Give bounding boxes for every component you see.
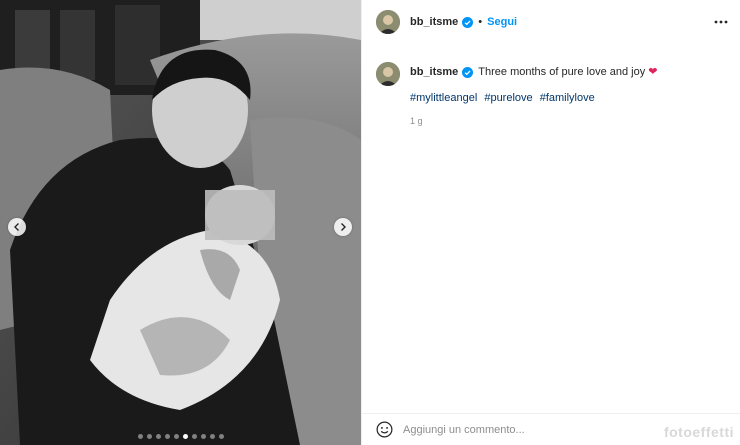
post-header: bb_itsme • Segui — [362, 0, 740, 44]
carousel-dot — [209, 434, 215, 439]
instagram-post: bb_itsme • Segui bb_itsme Three months o… — [0, 0, 740, 445]
post-time[interactable]: 1 g — [410, 116, 423, 126]
caption-body: bb_itsme Three months of pure love and j… — [410, 62, 657, 80]
carousel-dot — [218, 434, 224, 439]
black-white-photo — [0, 0, 361, 445]
carousel-dot — [137, 434, 143, 439]
emoji-icon[interactable] — [376, 421, 393, 438]
hashtag-link[interactable]: #purelove — [484, 92, 532, 104]
username[interactable]: bb_itsme — [410, 16, 458, 28]
carousel-next-button[interactable] — [334, 218, 352, 236]
hashtag-link[interactable]: #mylittleangel — [410, 92, 477, 104]
carousel-dot — [164, 434, 170, 439]
post-side-panel: bb_itsme • Segui bb_itsme Three months o… — [361, 0, 740, 445]
verified-badge-icon — [462, 67, 474, 78]
caption-username[interactable]: bb_itsme — [410, 65, 458, 80]
follow-button[interactable]: Segui — [487, 16, 517, 28]
comment-input[interactable] — [403, 423, 603, 436]
post-photo[interactable] — [0, 0, 361, 445]
avatar-image — [376, 10, 400, 34]
carousel-dot — [182, 434, 188, 439]
separator-dot: • — [478, 16, 483, 28]
hashtag-link[interactable]: #familylove — [540, 92, 595, 104]
avatar[interactable] — [376, 10, 400, 34]
carousel-dot — [173, 434, 179, 439]
chevron-left-icon — [14, 223, 19, 231]
carousel-dot — [155, 434, 161, 439]
heart-emoji: ❤ — [648, 66, 658, 78]
caption-avatar[interactable] — [376, 62, 400, 86]
watermark: fotoeffetti — [663, 424, 734, 440]
more-options-icon[interactable] — [714, 15, 728, 29]
caption: bb_itsme Three months of pure love and j… — [376, 62, 657, 86]
carousel-dot — [191, 434, 197, 439]
caption-text: Three months of pure love and joy — [478, 66, 646, 78]
verified-badge-icon — [462, 16, 474, 28]
carousel-dot — [200, 434, 206, 439]
carousel-dot — [146, 434, 152, 439]
carousel-indicator — [0, 434, 361, 439]
chevron-right-icon — [341, 223, 346, 231]
hashtag-list: #mylittleangel #purelove #familylove — [410, 92, 595, 104]
carousel-prev-button[interactable] — [8, 218, 26, 236]
avatar-image — [376, 62, 400, 86]
